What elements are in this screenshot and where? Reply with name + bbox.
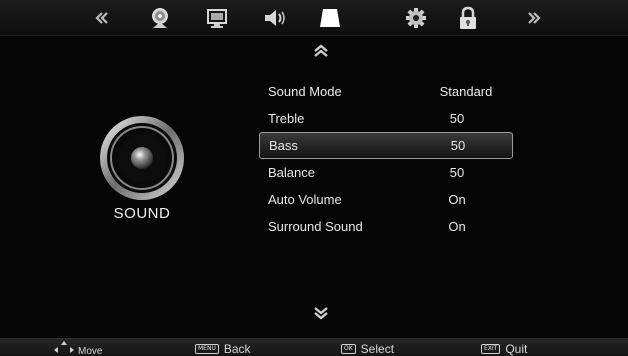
setting-row-surround-sound[interactable]: Surround Sound On xyxy=(259,213,513,240)
hint-select: OK Select xyxy=(341,342,394,356)
speaker-icon xyxy=(98,114,186,202)
setting-value: 50 xyxy=(450,138,466,153)
setting-label: Surround Sound xyxy=(268,219,363,234)
scroll-down-icon[interactable] xyxy=(312,306,330,320)
setting-label: Treble xyxy=(268,111,305,126)
setting-row-auto-volume[interactable]: Auto Volume On xyxy=(259,186,513,213)
next-page-icon[interactable] xyxy=(522,6,546,30)
setting-label: Auto Volume xyxy=(268,192,342,207)
setup-tab-icon[interactable] xyxy=(404,6,428,30)
hint-label: Quit xyxy=(505,342,528,356)
setting-value: 50 xyxy=(449,165,465,180)
sound-settings-list: Sound Mode Standard Treble 50 Bass 50 Ba… xyxy=(259,78,513,240)
menu-key-icon: MENU xyxy=(195,344,219,354)
setting-row-treble[interactable]: Treble 50 xyxy=(259,105,513,132)
lock-tab-icon[interactable] xyxy=(456,6,480,30)
hint-quit: EXIT Quit xyxy=(481,342,527,356)
ok-key-icon: OK xyxy=(341,344,356,354)
time-tab-icon[interactable] xyxy=(318,6,342,30)
scroll-up-icon[interactable] xyxy=(312,44,330,58)
hint-move: Move xyxy=(50,340,103,356)
hint-label: Move xyxy=(78,345,103,356)
setting-value: On xyxy=(448,192,466,207)
prev-page-icon[interactable] xyxy=(90,6,114,30)
picture-tab-icon[interactable] xyxy=(205,6,229,30)
setting-label: Bass xyxy=(269,138,298,153)
hint-label: Back xyxy=(223,342,251,356)
channel-tab-icon[interactable] xyxy=(148,6,172,30)
hint-bar: Move MENU Back OK Select EXIT Quit xyxy=(0,338,628,356)
setting-value: Standard xyxy=(439,84,493,99)
menu-tab-bar xyxy=(0,0,628,36)
hint-label: Select xyxy=(360,342,395,356)
hint-back: MENU Back xyxy=(195,342,251,356)
setting-label: Sound Mode xyxy=(268,84,342,99)
setting-row-balance[interactable]: Balance 50 xyxy=(259,159,513,186)
panel-title: SOUND xyxy=(113,205,171,222)
setting-row-bass[interactable]: Bass 50 xyxy=(259,132,513,159)
setting-value: 50 xyxy=(449,111,465,126)
sound-tab-icon[interactable] xyxy=(262,6,286,30)
setting-value: On xyxy=(448,219,466,234)
exit-key-icon: EXIT xyxy=(481,344,501,354)
tv-menu-screen: SOUND Sound Mode Standard Treble 50 Bass… xyxy=(0,0,628,356)
setting-row-sound-mode[interactable]: Sound Mode Standard xyxy=(259,78,513,105)
setting-label: Balance xyxy=(268,165,315,180)
move-arrows-icon xyxy=(50,340,78,356)
